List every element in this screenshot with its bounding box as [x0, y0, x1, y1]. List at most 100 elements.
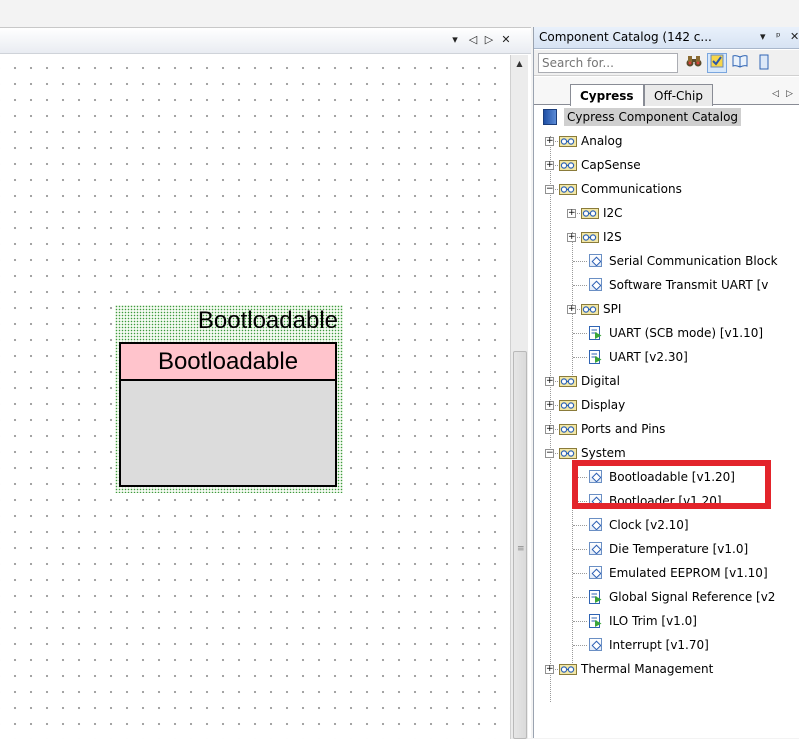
component-symbol-icon: [589, 566, 602, 579]
expand-icon[interactable]: +: [567, 305, 576, 314]
tree-item-ilo-trim-v1-0[interactable]: ILO Trim [v1.0]: [534, 610, 799, 632]
tree-scrollbar[interactable]: [794, 106, 799, 738]
scroll-up-icon[interactable]: ▲: [511, 59, 528, 73]
component-symbol-icon: [589, 470, 602, 483]
more-options-icon[interactable]: [754, 53, 774, 73]
component-symbol-icon: [589, 278, 602, 291]
tree-item-label: Bootloadable [v1.20]: [609, 470, 735, 484]
symbol-instance-name: Bootloadable: [197, 307, 338, 334]
category-folder-icon: [559, 400, 577, 411]
schematic-macro-icon: [589, 326, 602, 340]
category-folder-icon: [559, 448, 577, 459]
tree-guide: [573, 621, 587, 622]
tree-item-serial-communication-block[interactable]: Serial Communication Block: [534, 250, 799, 272]
filter-check-icon[interactable]: [707, 53, 727, 73]
tree-item-software-transmit-uart-v[interactable]: Software Transmit UART [v: [534, 274, 799, 296]
tree-item-ports-and-pins[interactable]: + Ports and Pins: [534, 418, 799, 440]
tree-guide: [573, 333, 587, 334]
tree-item-uart-v2-30[interactable]: UART [v2.30]: [534, 346, 799, 368]
expand-icon[interactable]: +: [545, 161, 554, 170]
scrollbar-thumb[interactable]: ≡: [513, 351, 527, 739]
tab-scroll-left-icon[interactable]: ◁: [772, 89, 779, 99]
catalog-titlebar: Component Catalog (142 c... ▾ ᵖ ✕: [534, 27, 799, 49]
tree-item-label: Display: [581, 398, 626, 412]
tree-item-label: Ports and Pins: [581, 422, 666, 436]
tree-item-global-signal-reference-v2[interactable]: Global Signal Reference [v2: [534, 586, 799, 608]
schematic-macro-icon: [589, 590, 602, 604]
pin-icon[interactable]: ᵖ: [776, 30, 781, 43]
tree-guide: [573, 261, 587, 262]
category-folder-icon: [559, 136, 577, 147]
component-catalog-pane: Component Catalog (142 c... ▾ ᵖ ✕ Cypres…: [533, 27, 799, 738]
tree-item-label: I2C: [603, 206, 623, 220]
tab-scroll-right-icon[interactable]: ▷: [786, 89, 793, 99]
component-symbol-icon: [589, 638, 602, 651]
tree-item-label: Die Temperature [v1.0]: [609, 542, 749, 556]
symbol-title: Bootloadable: [121, 344, 335, 381]
tree-item-analog[interactable]: + Analog: [534, 130, 799, 152]
component-tree: Cypress Component Catalog + Analog + CapSen…: [534, 106, 799, 738]
category-folder-icon: [559, 160, 577, 171]
tree-item-label: Serial Communication Block: [609, 254, 778, 268]
tree-guide: [573, 573, 587, 574]
expand-icon[interactable]: +: [545, 425, 554, 434]
close-icon[interactable]: ✕: [499, 32, 513, 48]
scroll-left-icon[interactable]: ◁: [466, 32, 480, 48]
tree-item-communications[interactable]: − Communications: [534, 178, 799, 200]
tree-item-bootloader-v1-20[interactable]: Bootloader [v1.20]: [534, 490, 799, 512]
tree-item-die-temperature-v1-0[interactable]: Die Temperature [v1.0]: [534, 538, 799, 560]
tree-item-thermal-management[interactable]: + Thermal Management: [534, 658, 799, 680]
tree-root-label: Cypress Component Catalog: [564, 108, 742, 126]
expand-icon[interactable]: +: [545, 401, 554, 410]
tree-item-spi[interactable]: + SPI: [534, 298, 799, 320]
tree-item-label: UART [v2.30]: [609, 350, 688, 364]
tree-item-capsense[interactable]: + CapSense: [534, 154, 799, 176]
search-input[interactable]: [538, 53, 678, 73]
scroll-right-icon[interactable]: ▷: [482, 32, 496, 48]
tree-item-label: Software Transmit UART [v: [609, 278, 769, 292]
tab-off-chip[interactable]: Off-Chip: [644, 84, 713, 106]
tree-item-emulated-eeprom-v1-10[interactable]: Emulated EEPROM [v1.10]: [534, 562, 799, 584]
schematic-macro-icon: [589, 614, 602, 628]
tree-guide: [573, 645, 587, 646]
collapse-icon[interactable]: −: [545, 449, 554, 458]
tree-item-bootloadable-v1-20[interactable]: Bootloadable [v1.20]: [534, 466, 799, 488]
category-folder-icon: [581, 208, 599, 219]
grip-icon: ≡: [517, 544, 525, 554]
expand-icon[interactable]: +: [567, 233, 576, 242]
tree-item-digital[interactable]: + Digital: [534, 370, 799, 392]
bootloadable-component-symbol[interactable]: Bootloadable: [119, 342, 337, 487]
close-icon[interactable]: ✕: [790, 30, 799, 43]
schematic-titlebar: ▾ ◁ ▷ ✕: [0, 28, 531, 54]
tree-item-label: CapSense: [581, 158, 641, 172]
schematic-macro-icon: [589, 350, 602, 364]
collapse-icon[interactable]: −: [545, 185, 554, 194]
tree-item-i2s[interactable]: + I2S: [534, 226, 799, 248]
tree-item-i2c[interactable]: + I2C: [534, 202, 799, 224]
tree-item-label: Digital: [581, 374, 620, 388]
search-toolbar: [534, 50, 799, 76]
tree-item-uart-scb-mode-v1-10[interactable]: UART (SCB mode) [v1.10]: [534, 322, 799, 344]
dropdown-icon[interactable]: ▾: [448, 32, 462, 48]
category-folder-icon: [559, 184, 577, 195]
tree-item-system[interactable]: − System: [534, 442, 799, 464]
schematic-vertical-scrollbar[interactable]: ▲ ≡: [510, 55, 528, 739]
tab-cypress[interactable]: Cypress: [570, 84, 644, 106]
tree-item-label: UART (SCB mode) [v1.10]: [609, 326, 764, 340]
tree-root[interactable]: Cypress Component Catalog: [534, 106, 799, 128]
tree-item-interrupt-v1-70[interactable]: Interrupt [v1.70]: [534, 634, 799, 656]
tree-item-clock-v2-10[interactable]: Clock [v2.10]: [534, 514, 799, 536]
expand-icon[interactable]: +: [545, 377, 554, 386]
tree-item-label: I2S: [603, 230, 622, 244]
expand-icon[interactable]: +: [545, 665, 554, 674]
binoculars-icon[interactable]: [684, 53, 704, 73]
book-icon[interactable]: [730, 53, 750, 73]
tree-item-display[interactable]: + Display: [534, 394, 799, 416]
expand-icon[interactable]: +: [567, 209, 576, 218]
dropdown-icon[interactable]: ▾: [760, 30, 766, 43]
tree-item-label: Bootloader [v1.20]: [609, 494, 722, 508]
expand-icon[interactable]: +: [545, 137, 554, 146]
component-symbol-icon: [589, 494, 602, 507]
tree-guide: [573, 549, 587, 550]
component-symbol-icon: [589, 518, 602, 531]
